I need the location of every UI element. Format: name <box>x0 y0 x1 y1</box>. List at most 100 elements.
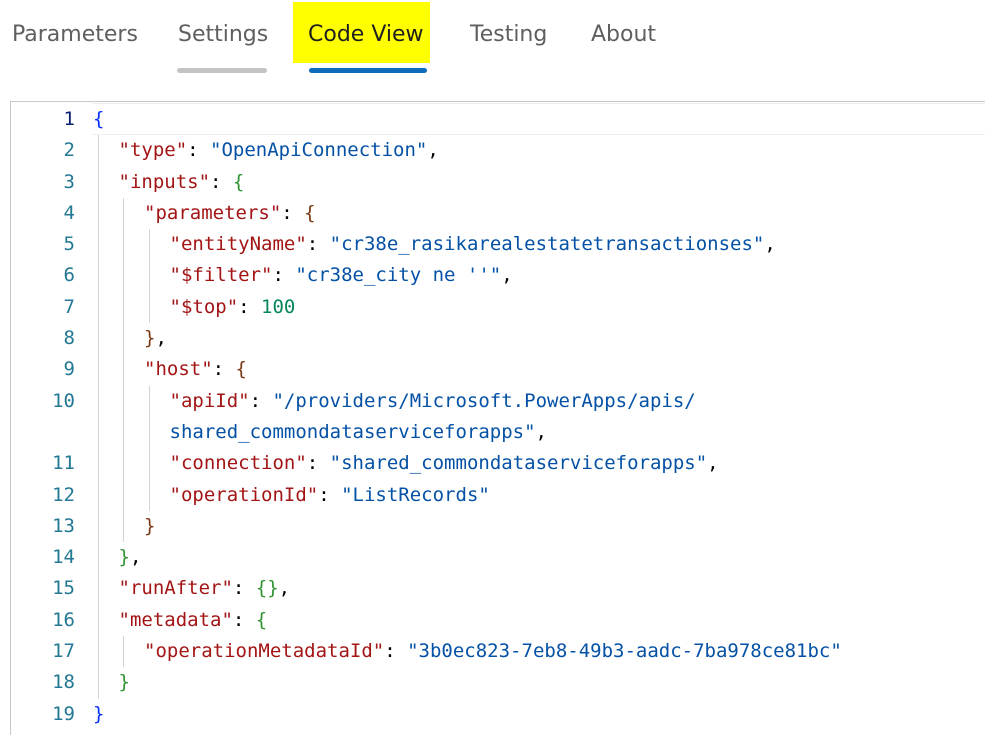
code-token: : <box>281 201 305 224</box>
code-line-text: { <box>93 104 104 135</box>
tab-bar: Parameters Settings Code View Testing Ab… <box>0 0 985 96</box>
code-token: { <box>235 358 247 381</box>
code-token: "connection" <box>169 452 307 475</box>
code-token: : <box>238 295 262 318</box>
code-token: : <box>318 483 342 506</box>
current-line-highlight <box>92 103 985 135</box>
code-token: , <box>278 577 291 600</box>
code-editor[interactable]: 1 {2 "type": "OpenApiConnection", 3 "inputs"… <box>10 101 985 735</box>
indent-guide <box>149 448 150 480</box>
indent-guide <box>98 636 99 668</box>
indent-guide <box>98 197 99 230</box>
code-token: "type" <box>118 139 188 162</box>
code-token: : <box>272 264 296 287</box>
code-token: } <box>93 702 105 725</box>
code-line-text: "type": "OpenApiConnection", <box>119 135 439 166</box>
indent-guide <box>123 229 124 261</box>
code-token: "runAfter" <box>118 577 233 600</box>
code-token: "$filter" <box>169 264 273 287</box>
indent-guide <box>98 135 99 167</box>
indent-guide <box>98 385 99 417</box>
code-line-text: "$top": 100 <box>170 292 296 323</box>
line-number: 7 <box>63 295 75 318</box>
indent-guide <box>149 260 150 292</box>
code-token: "$top" <box>169 295 239 318</box>
indent-guide <box>98 667 99 699</box>
tab-settings[interactable]: Settings <box>178 22 268 47</box>
line-number: 14 <box>52 546 75 569</box>
line-number: 16 <box>52 608 75 631</box>
line-number: 3 <box>63 170 75 193</box>
tab-code-view[interactable]: Code View <box>308 22 424 47</box>
code-token: } <box>118 671 130 694</box>
indent-guide <box>123 416 124 449</box>
code-token: , <box>129 546 142 569</box>
code-token: , <box>764 233 776 256</box>
line-number: 1 <box>63 108 75 130</box>
indent-guide <box>98 448 99 480</box>
indent-guide <box>98 604 99 637</box>
tab-parameters[interactable]: Parameters <box>12 22 138 47</box>
tab-about[interactable]: About <box>591 22 656 47</box>
code-token: : <box>210 170 233 193</box>
indent-guide <box>149 416 150 449</box>
code-token: } <box>118 546 130 569</box>
indent-guide <box>98 166 99 198</box>
code-line-text: "entityName": "cr38e_rasikarealestatetra… <box>170 229 776 260</box>
code-token: { <box>255 608 268 631</box>
code-token: "inputs" <box>118 170 211 193</box>
indent-guide <box>123 323 124 355</box>
code-token: "shared_commondataserviceforapps" <box>329 452 708 475</box>
code-token: "operationId" <box>169 483 319 506</box>
indent-guide <box>123 510 124 543</box>
indent-guide <box>98 354 99 386</box>
line-number: 8 <box>63 327 75 350</box>
code-line-text: "operationId": "ListRecords" <box>170 480 490 511</box>
code-token: "apiId" <box>169 389 250 412</box>
indent-guide <box>98 323 99 355</box>
tab-testing[interactable]: Testing <box>470 22 547 47</box>
code-line-text: "host": { <box>144 354 247 385</box>
indent-guide <box>123 636 124 668</box>
indent-guide <box>123 197 124 230</box>
line-number: 19 <box>52 702 75 725</box>
tab-about-label: About <box>591 22 657 47</box>
indent-guide <box>98 479 99 511</box>
code-line-text: "parameters": { <box>144 198 316 229</box>
indent-guide <box>98 291 99 324</box>
code-token: "cr38e_rasikarealestatetransactionses" <box>329 233 765 256</box>
code-line-text: }, <box>144 323 167 354</box>
code-token: : <box>212 358 236 381</box>
tab-testing-label: Testing <box>470 22 548 47</box>
indent-guide <box>98 510 99 543</box>
tab-settings-label: Settings <box>178 22 269 47</box>
code-line-text: } <box>93 699 104 730</box>
code-token: : <box>306 233 330 256</box>
settings-hover-indicator <box>177 68 267 73</box>
code-token: { <box>93 108 105 130</box>
code-token: "3b0ec823-7eb8-49b3-aadc-7ba978ce81bc" <box>407 640 842 663</box>
code-token: "ListRecords" <box>341 483 490 506</box>
line-number: 9 <box>63 358 75 381</box>
code-token: : <box>187 139 211 162</box>
indent-guide <box>98 229 99 261</box>
line-number: 15 <box>52 577 75 600</box>
line-number: 17 <box>52 640 75 663</box>
line-number: 6 <box>63 264 75 287</box>
code-line-text: }, <box>119 542 142 573</box>
code-line-text: } <box>119 667 130 698</box>
line-number: 18 <box>52 671 75 694</box>
line-number: 2 <box>63 139 75 162</box>
code-token: , <box>535 420 547 443</box>
code-token: "entityName" <box>169 233 307 256</box>
code-token: 100 <box>261 295 296 318</box>
code-token: , <box>501 264 513 287</box>
line-number: 12 <box>52 483 75 506</box>
indent-guide <box>149 229 150 261</box>
code-token: , <box>155 327 167 350</box>
line-number: 13 <box>52 514 75 537</box>
indent-guide <box>123 448 124 480</box>
line-number: 10 <box>52 389 75 412</box>
indent-guide <box>123 354 124 386</box>
indent-guide <box>149 291 150 324</box>
